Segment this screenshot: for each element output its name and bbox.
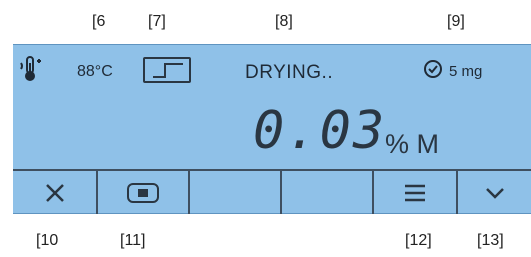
callout-12: [12] [405, 232, 432, 249]
status-bar: 88°C DRYING.. 5 mg [13, 45, 531, 95]
moisture-value: 0.03 [253, 101, 387, 161]
stop-icon [127, 182, 159, 203]
close-icon [45, 183, 64, 202]
callout-11: [11] [120, 232, 146, 249]
temperature-readout: 88°C [77, 63, 113, 80]
moisture-reading: 0.03 % M [13, 99, 531, 169]
callout-10: [10 [36, 232, 59, 249]
chevron-down-icon [485, 187, 504, 199]
scroll-down-softkey[interactable] [458, 171, 531, 214]
thermometer-heat-icon [19, 55, 43, 83]
callout-8: [8] [275, 13, 293, 30]
cancel-softkey[interactable] [13, 171, 98, 214]
callout-6: [6 [92, 13, 106, 30]
sample-weight: 5 mg [449, 63, 483, 80]
empty-softkey-3[interactable] [190, 171, 282, 214]
callout-7: [7] [148, 13, 166, 30]
clock-check-icon [423, 59, 443, 79]
drying-status: DRYING.. [245, 62, 334, 83]
empty-softkey-4[interactable] [282, 171, 374, 214]
moisture-unit: % M [385, 129, 439, 159]
callout-9: [9] [447, 13, 465, 30]
step-program-icon [143, 57, 191, 83]
softkey-bar [13, 169, 531, 214]
callout-13: [13] [477, 232, 504, 249]
menu-icon [405, 184, 425, 201]
stop-softkey[interactable] [98, 171, 190, 214]
menu-softkey[interactable] [374, 171, 458, 214]
lcd-display: 88°C DRYING.. 5 mg 0.03 % M [13, 44, 531, 214]
